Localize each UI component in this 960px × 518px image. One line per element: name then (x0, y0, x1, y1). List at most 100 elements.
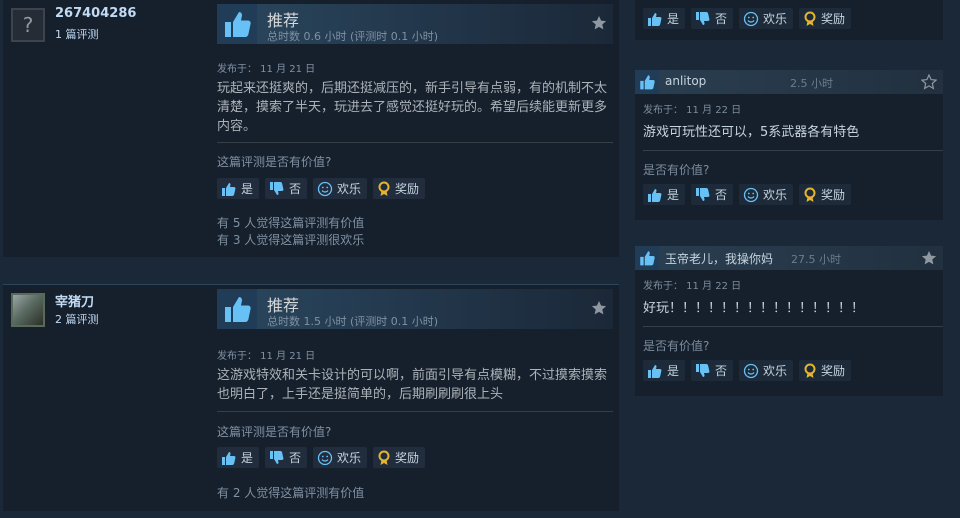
thumbs-up-icon (222, 451, 236, 465)
avatar-placeholder: ? (22, 13, 34, 37)
vote-no-label: 否 (715, 188, 728, 202)
award-button[interactable]: 奖励 (373, 178, 426, 199)
vote-funny-button[interactable]: 欢乐 (313, 178, 368, 199)
award-icon (804, 11, 816, 26)
divider (643, 150, 943, 151)
thumbs-down-icon (696, 11, 710, 25)
award-button[interactable]: 奖励 (799, 8, 852, 29)
award-label: 奖励 (821, 12, 846, 26)
review-card: ? 267404286 1 篇评测 推荐 总时数 0.6 小时 (评测时 0.1… (3, 0, 619, 257)
award-button[interactable]: 奖励 (799, 360, 852, 381)
award-button[interactable]: 奖励 (373, 447, 426, 468)
vote-funny-label: 欢乐 (337, 182, 362, 196)
vote-yes-button[interactable]: 是 (643, 8, 686, 29)
side-review-card: anlitop 2.5 小时 发布于： 11 月 22 日 游戏可玩性还可以，5… (635, 70, 943, 220)
star-icon[interactable] (920, 73, 938, 94)
vote-no-button[interactable]: 否 (691, 360, 734, 381)
vote-header[interactable]: 推荐 总时数 0.6 小时 (评测时 0.1 小时) (217, 4, 613, 44)
award-icon (804, 363, 816, 378)
review-card: 宰猪刀 2 篇评测 推荐 总时数 1.5 小时 (评测时 0.1 小时) 发布于… (3, 284, 619, 511)
smiley-icon (317, 181, 333, 196)
award-label: 奖励 (395, 182, 420, 196)
thumbs-up-icon (217, 289, 257, 329)
review-text: 这游戏特效和关卡设计的可以啊，前面引导有点模糊，不过摸索摸索也明白了，上手还是挺… (217, 368, 608, 402)
avatar[interactable]: ? (11, 8, 45, 42)
vote-header[interactable]: 推荐 总时数 1.5 小时 (评测时 0.1 小时) (217, 289, 613, 329)
star-icon[interactable] (921, 250, 937, 270)
author-name[interactable]: anlitop (665, 74, 706, 88)
vote-buttons: 是 否 欢乐 奖励 (643, 8, 852, 29)
thumbs-up-icon (648, 188, 662, 202)
star-icon[interactable] (591, 300, 607, 320)
vote-no-label: 否 (715, 364, 728, 378)
award-label: 奖励 (821, 364, 846, 378)
playtime: 27.5 小时 (791, 253, 841, 266)
vote-buttons: 是 否 欢乐 奖励 (217, 447, 426, 468)
playtime: 总时数 1.5 小时 (评测时 0.1 小时) (267, 315, 439, 328)
posted-date: 发布于： 11 月 22 日 (643, 281, 742, 292)
thumbs-up-icon (648, 12, 662, 26)
author-review-count[interactable]: 1 篇评测 (55, 26, 99, 42)
vote-yes-label: 是 (667, 188, 680, 202)
vote-no-label: 否 (715, 12, 728, 26)
vote-funny-label: 欢乐 (763, 12, 788, 26)
vote-no-button[interactable]: 否 (691, 184, 734, 205)
vote-yes-button[interactable]: 是 (217, 178, 260, 199)
vote-funny-button[interactable]: 欢乐 (739, 184, 794, 205)
review-text: 游戏可玩性还可以，5系武器各有特色 (643, 125, 860, 140)
vote-funny-label: 欢乐 (763, 188, 788, 202)
vote-yes-label: 是 (241, 182, 254, 196)
award-icon (378, 181, 390, 196)
thumbs-down-icon (270, 181, 284, 195)
side-review-header[interactable]: 玉帝老儿，我操你妈 27.5 小时 (635, 246, 943, 270)
author-name[interactable]: 267404286 (55, 6, 136, 21)
smiley-icon (743, 363, 759, 378)
posted-date: 发布于： 11 月 21 日 (217, 64, 316, 75)
vote-yes-label: 是 (667, 364, 680, 378)
vote-yes-button[interactable]: 是 (643, 360, 686, 381)
vote-buttons: 是 否 欢乐 奖励 (643, 184, 852, 205)
vote-no-button[interactable]: 否 (265, 447, 308, 468)
thumbs-up-icon (648, 364, 662, 378)
thumbs-up-icon (217, 4, 257, 44)
award-label: 奖励 (821, 188, 846, 202)
thumbs-up-icon (222, 182, 236, 196)
vote-funny-button[interactable]: 欢乐 (739, 8, 794, 29)
vote-yes-button[interactable]: 是 (217, 447, 260, 468)
divider (217, 411, 613, 412)
avatar[interactable] (11, 293, 45, 327)
award-icon (378, 450, 390, 465)
vote-yes-label: 是 (241, 451, 254, 465)
vote-funny-button[interactable]: 欢乐 (739, 360, 794, 381)
helpful-question: 这篇评测是否有价值? (217, 425, 332, 439)
smiley-icon (743, 11, 759, 26)
thumbs-down-icon (696, 363, 710, 377)
playtime: 总时数 0.6 小时 (评测时 0.1 小时) (267, 30, 439, 43)
vote-no-label: 否 (289, 451, 302, 465)
vote-buttons: 是 否 欢乐 奖励 (217, 178, 426, 199)
vote-no-button[interactable]: 否 (691, 8, 734, 29)
helpful-question: 是否有价值? (643, 339, 710, 353)
vote-no-button[interactable]: 否 (265, 178, 308, 199)
vote-funny-label: 欢乐 (337, 451, 362, 465)
award-label: 奖励 (395, 451, 420, 465)
author-review-count[interactable]: 2 篇评测 (55, 311, 99, 327)
helpful-count: 有 2 人觉得这篇评测有价值 (217, 486, 365, 500)
vote-buttons: 是 否 欢乐 奖励 (643, 360, 852, 381)
vote-yes-button[interactable]: 是 (643, 184, 686, 205)
side-review-card: 玉帝老儿，我操你妈 27.5 小时 发布于： 11 月 22 日 好玩！！！！！… (635, 246, 943, 396)
posted-date: 发布于： 11 月 21 日 (217, 351, 316, 362)
author-name[interactable]: 宰猪刀 (55, 291, 94, 310)
posted-date: 发布于： 11 月 22 日 (643, 105, 742, 116)
vote-funny-button[interactable]: 欢乐 (313, 447, 368, 468)
thumbs-up-icon (635, 246, 659, 270)
award-button[interactable]: 奖励 (799, 184, 852, 205)
side-review-header[interactable]: anlitop 2.5 小时 (635, 70, 943, 94)
star-icon[interactable] (591, 15, 607, 35)
author-name[interactable]: 玉帝老儿，我操你妈 (665, 250, 773, 267)
smiley-icon (743, 187, 759, 202)
thumbs-up-icon (635, 70, 659, 94)
vote-no-label: 否 (289, 182, 302, 196)
side-review-card: 是 否 欢乐 奖励 (635, 0, 943, 40)
helpful-count: 有 5 人觉得这篇评测有价值 (217, 216, 365, 230)
